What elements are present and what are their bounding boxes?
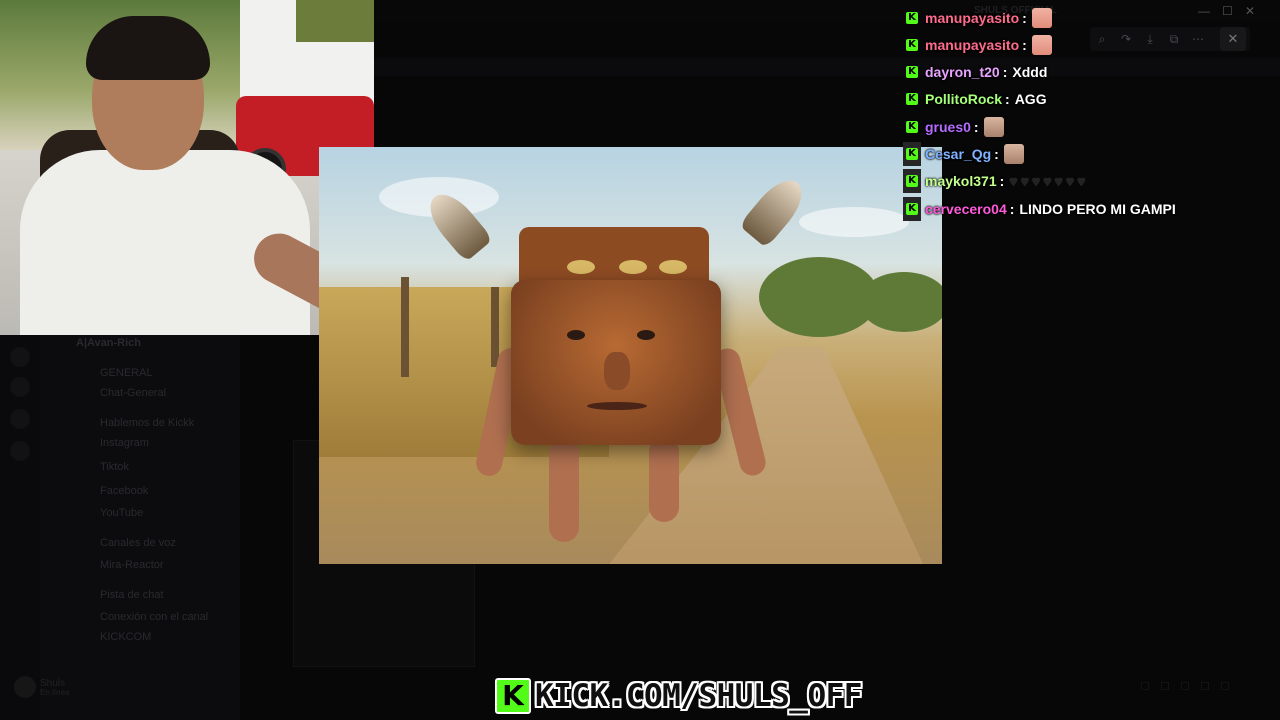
channel-item[interactable]: YouTube (100, 507, 143, 519)
chat-username[interactable]: Cesar_Qg (925, 146, 991, 162)
server-icon[interactable] (10, 347, 30, 367)
close-window-icon[interactable]: ✕ (1245, 4, 1255, 18)
chat-separator: : (1002, 64, 1008, 80)
kick-badge-icon: K (906, 12, 918, 24)
kick-logo-icon: K (495, 678, 531, 714)
streamer-hair (86, 16, 210, 80)
chat-separator: : (1005, 91, 1010, 107)
user-panel[interactable]: Shuls En línea (14, 674, 234, 700)
channel-item[interactable]: Instagram (100, 437, 149, 449)
webcam-feed (0, 0, 374, 335)
chat-message: Kmanupayasito: (903, 6, 1052, 30)
right-horn (738, 171, 812, 249)
chat-username[interactable]: dayron_t20 (925, 64, 1000, 80)
user-status: En línea (40, 688, 70, 697)
chat-username[interactable]: maykol371 (925, 173, 997, 189)
channel-item[interactable]: Facebook (100, 485, 148, 497)
chat-username[interactable]: PollitoRock (925, 91, 1002, 107)
viewed-image[interactable] (319, 147, 942, 564)
chat-separator: : (1022, 37, 1027, 53)
hand-emote-icon (1031, 8, 1052, 28)
server-name[interactable]: A|Avan-Rich (76, 337, 141, 349)
open-external-icon[interactable]: ⧉ (1162, 27, 1186, 51)
chat-message: Kmaykol371: ♥♥♥♥♥♥♥ (903, 169, 1088, 193)
kick-badge-icon: K (906, 203, 918, 215)
channel-item[interactable]: Mira-Reactor (100, 559, 164, 571)
server-icon[interactable] (10, 409, 30, 429)
channel-item[interactable]: Tiktok (100, 461, 129, 473)
image-viewer-toolbar: ⌕ ↷ ⤓ ⧉ ⋯ ✕ (1090, 27, 1250, 51)
server-icon[interactable] (10, 441, 30, 461)
avatar (14, 676, 36, 698)
banner-url: KICK.COM/SHULS_OFF (535, 678, 862, 714)
channel-item[interactable]: GENERAL (100, 367, 153, 379)
chat-separator: : (973, 119, 979, 135)
more-icon[interactable]: ⋯ (1186, 27, 1210, 51)
chat-message: Kgrues0: (903, 115, 1004, 139)
black-hearts-emote-icon: ♥♥♥♥♥♥♥ (1009, 173, 1089, 189)
channel-item[interactable]: Chat-General (100, 387, 166, 399)
chat-message: K Cesar_Qg: (903, 142, 1024, 166)
hand-emote-icon (1031, 35, 1052, 55)
kick-badge-icon: K (906, 93, 918, 105)
chat-text: LINDO PERO MI GAMPI (1019, 201, 1176, 217)
channel-list: A|Avan-Rich GENERAL Chat-General Hablemo… (40, 335, 240, 720)
maximize-icon[interactable]: ☐ (1222, 4, 1233, 18)
channel-item[interactable]: Pista de chat (100, 589, 164, 601)
badge-wrap: K (903, 142, 921, 166)
channel-item[interactable]: Canales de voz (100, 537, 176, 549)
rotate-icon[interactable]: ↷ (1114, 27, 1138, 51)
badge-wrap: K (903, 33, 921, 57)
channel-banner: K KICK.COM/SHULS_OFF (495, 676, 862, 716)
badge-wrap: K (903, 169, 921, 193)
zoom-icon[interactable]: ⌕ (1090, 27, 1114, 51)
badge-wrap: K (903, 87, 921, 111)
chat-text: Xddd (1012, 64, 1048, 80)
chat-separator: : (1022, 10, 1027, 26)
minimize-icon[interactable]: — (1198, 4, 1210, 18)
channel-item[interactable]: Conexión con el canal (100, 611, 208, 623)
badge-wrap: K (903, 60, 921, 84)
chat-message: K PollitoRock: AGG (903, 87, 1047, 111)
server-sidebar (0, 335, 40, 720)
chat-username[interactable]: grues0 (925, 119, 971, 135)
kick-badge-icon: K (906, 148, 918, 160)
kick-badge-icon: K (906, 175, 918, 187)
server-icon[interactable] (10, 377, 30, 397)
download-icon[interactable]: ⤓ (1138, 27, 1162, 51)
chat-message: Kmanupayasito: (903, 33, 1052, 57)
webcam-plant (296, 0, 374, 42)
chat-text: AGG (1014, 91, 1047, 107)
chat-username[interactable]: manupayasito (925, 10, 1019, 26)
composer-icons: ◻◻◻◻◻ (1140, 678, 1240, 692)
chat-username[interactable]: manupayasito (925, 37, 1019, 53)
channel-header (374, 58, 1280, 76)
channel-item[interactable]: KICKCOM (100, 631, 151, 643)
chat-message: Kdayron_t20: Xddd (903, 60, 1047, 84)
badge-wrap: K (903, 6, 921, 30)
badge-wrap: K (903, 115, 921, 139)
close-viewer-button[interactable]: ✕ (1220, 27, 1246, 51)
chat-username[interactable]: cervecero04 (925, 201, 1007, 217)
face-emote-icon (1003, 144, 1024, 164)
chat-separator: : (999, 173, 1005, 189)
chat-separator: : (1009, 201, 1015, 217)
kick-badge-icon: K (906, 66, 918, 78)
badge-wrap: K (903, 197, 921, 221)
kick-badge-icon: K (906, 121, 918, 133)
face-emote-icon (983, 117, 1004, 137)
kick-badge-icon: K (906, 39, 918, 51)
chat-separator: : (994, 146, 999, 162)
wallet-top (519, 227, 709, 287)
channel-item[interactable]: Hablemos de Kickk (100, 417, 194, 429)
app-titlebar: SHULS OFFICIAL (374, 0, 1280, 22)
chat-message: Kcervecero04: LINDO PERO MI GAMPI (903, 197, 1176, 221)
